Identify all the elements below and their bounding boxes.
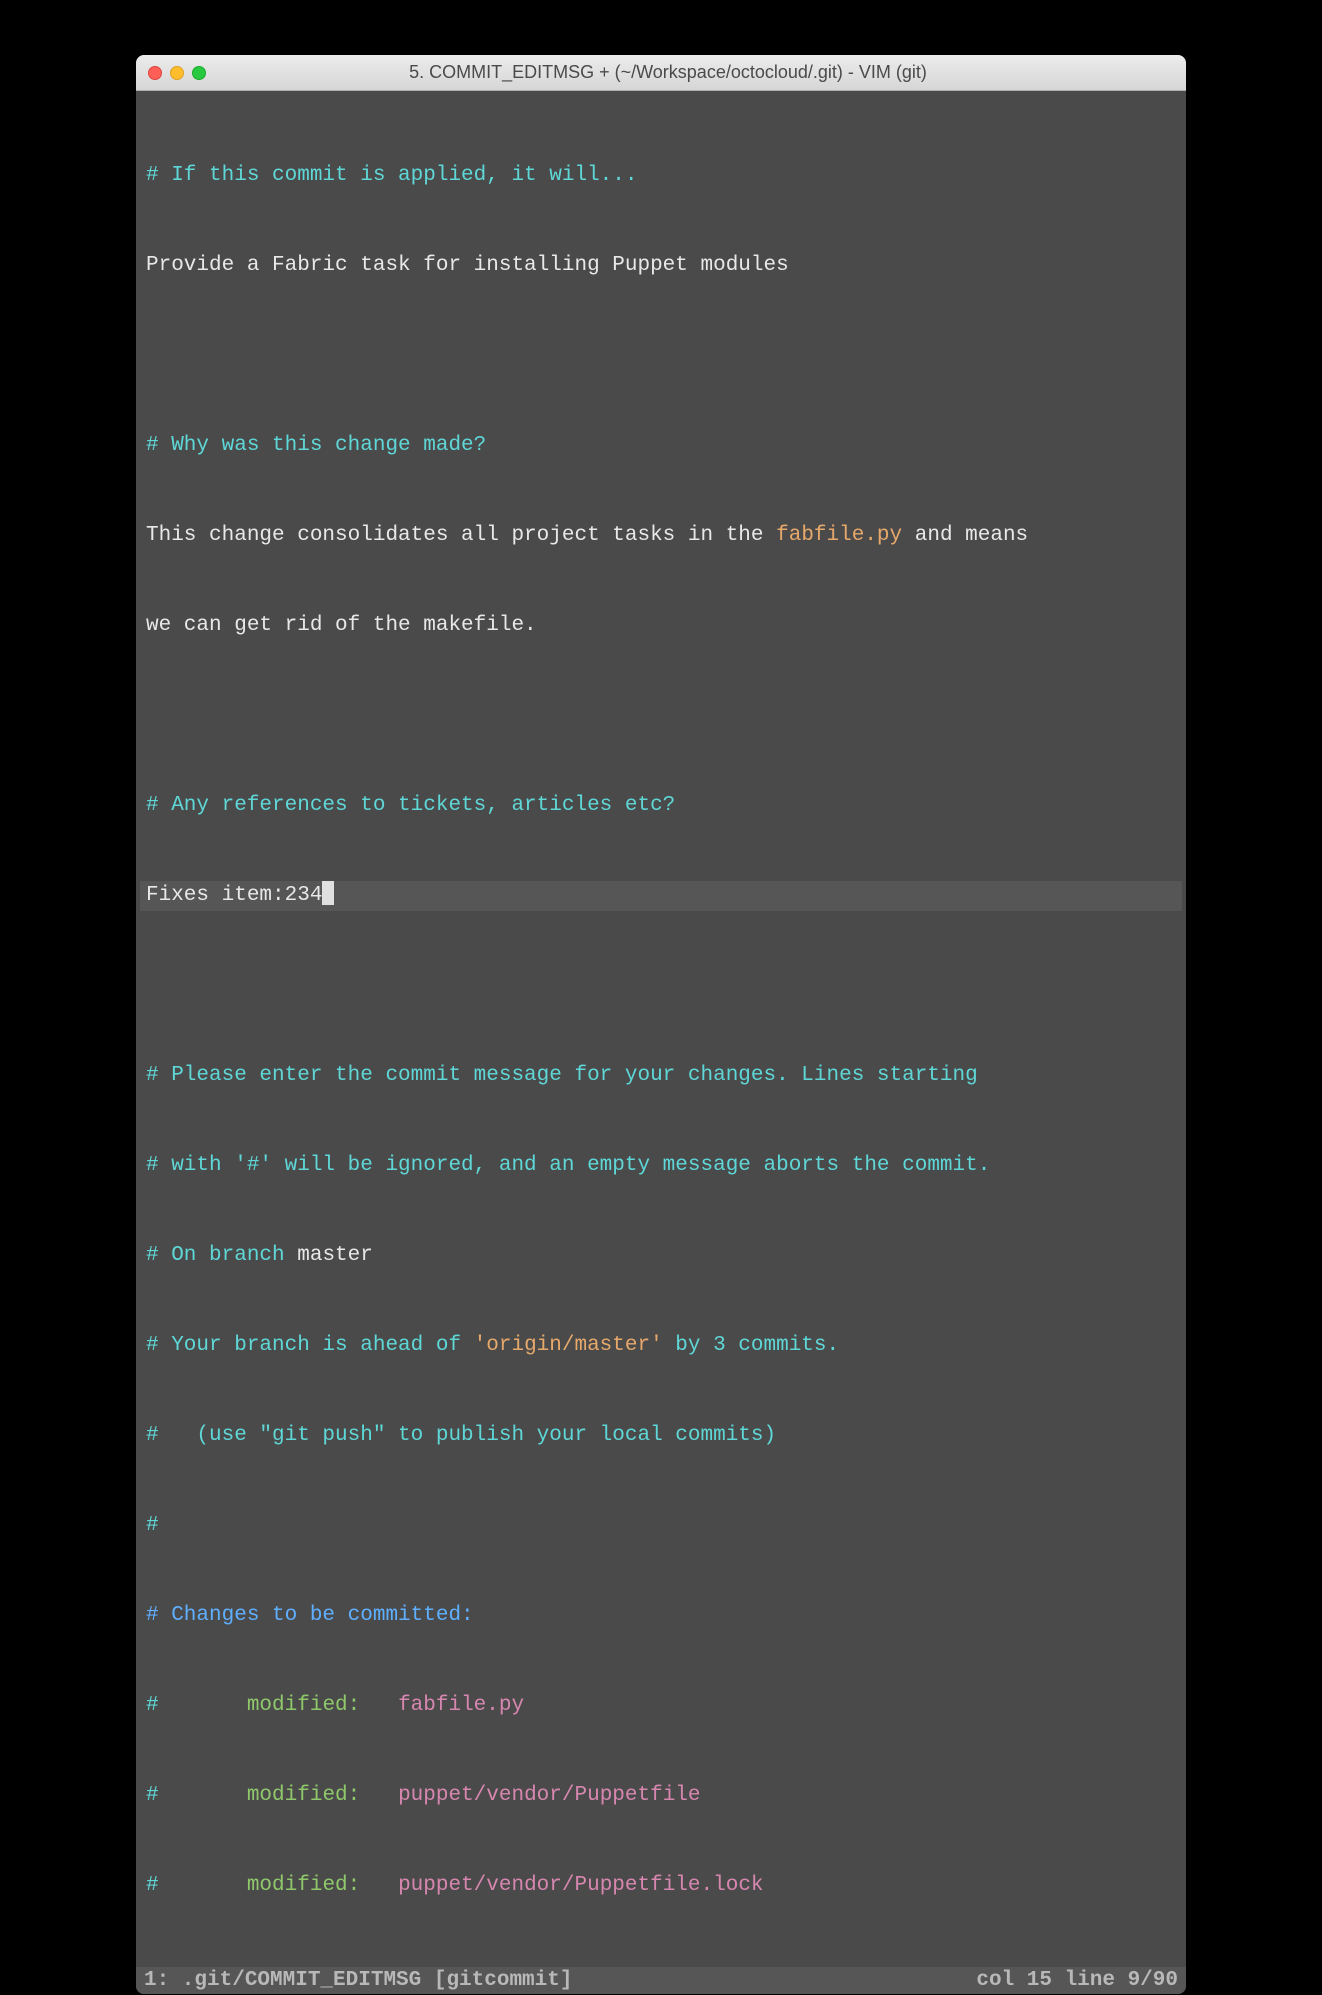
hash: # bbox=[146, 1874, 159, 1897]
commit-question-3: # Any references to tickets, articles et… bbox=[146, 794, 675, 817]
boilerplate-line-1: # Please enter the commit message for yo… bbox=[146, 1064, 978, 1087]
modified-file-2: puppet/vendor/Puppetfile bbox=[398, 1784, 700, 1807]
close-icon[interactable] bbox=[148, 66, 162, 80]
status-position: col 15 line 9/90 bbox=[976, 1969, 1178, 1992]
commit-question-2: # Why was this change made? bbox=[146, 434, 486, 457]
titlebar[interactable]: 5. COMMIT_EDITMSG + (~/Workspace/octoclo… bbox=[136, 55, 1186, 91]
branch-name: master bbox=[297, 1244, 373, 1267]
commit-question-1: # If this commit is applied, it will... bbox=[146, 164, 637, 187]
ahead-label-pre: # Your branch is ahead of bbox=[146, 1334, 474, 1357]
boilerplate-line-2: # with '#' will be ignored, and an empty… bbox=[146, 1154, 990, 1177]
changes-header: # Changes to be committed: bbox=[146, 1604, 474, 1627]
modified-file-1: fabfile.py bbox=[398, 1694, 524, 1717]
modified-file-3: puppet/vendor/Puppetfile.lock bbox=[398, 1874, 763, 1897]
remote-name: 'origin/master' bbox=[474, 1334, 663, 1357]
on-branch-label: # On branch bbox=[146, 1244, 297, 1267]
commit-answer-3: Fixes item:234 bbox=[146, 884, 322, 907]
commit-answer-2-post: and means bbox=[902, 524, 1028, 547]
commit-answer-2-line2: we can get rid of the makefile. bbox=[146, 614, 537, 637]
terminal-window: 5. COMMIT_EDITMSG + (~/Workspace/octoclo… bbox=[136, 55, 1186, 1994]
commit-answer-1: Provide a Fabric task for installing Pup… bbox=[146, 254, 789, 277]
cursor-line[interactable]: Fixes item:234 bbox=[140, 881, 1182, 911]
hash: # bbox=[146, 1784, 159, 1807]
vim-editor[interactable]: # If this commit is applied, it will... … bbox=[136, 91, 1186, 1994]
fabfile-mention: fabfile.py bbox=[776, 524, 902, 547]
vim-statusbar: 1: .git/COMMIT_EDITMSG [gitcommit] col 1… bbox=[136, 1967, 1186, 1994]
modified-label: modified: bbox=[247, 1874, 360, 1897]
push-hint: # (use "git push" to publish your local … bbox=[146, 1424, 776, 1447]
hash-line: # bbox=[146, 1514, 159, 1537]
cursor-icon bbox=[322, 881, 334, 905]
status-filename: 1: .git/COMMIT_EDITMSG [gitcommit] bbox=[144, 1969, 572, 1992]
hash: # bbox=[146, 1694, 159, 1717]
commit-answer-2-pre: This change consolidates all project tas… bbox=[146, 524, 776, 547]
window-title: 5. COMMIT_EDITMSG + (~/Workspace/octoclo… bbox=[162, 62, 1174, 83]
modified-label: modified: bbox=[247, 1784, 360, 1807]
modified-label: modified: bbox=[247, 1694, 360, 1717]
ahead-label-post: by 3 commits. bbox=[663, 1334, 839, 1357]
